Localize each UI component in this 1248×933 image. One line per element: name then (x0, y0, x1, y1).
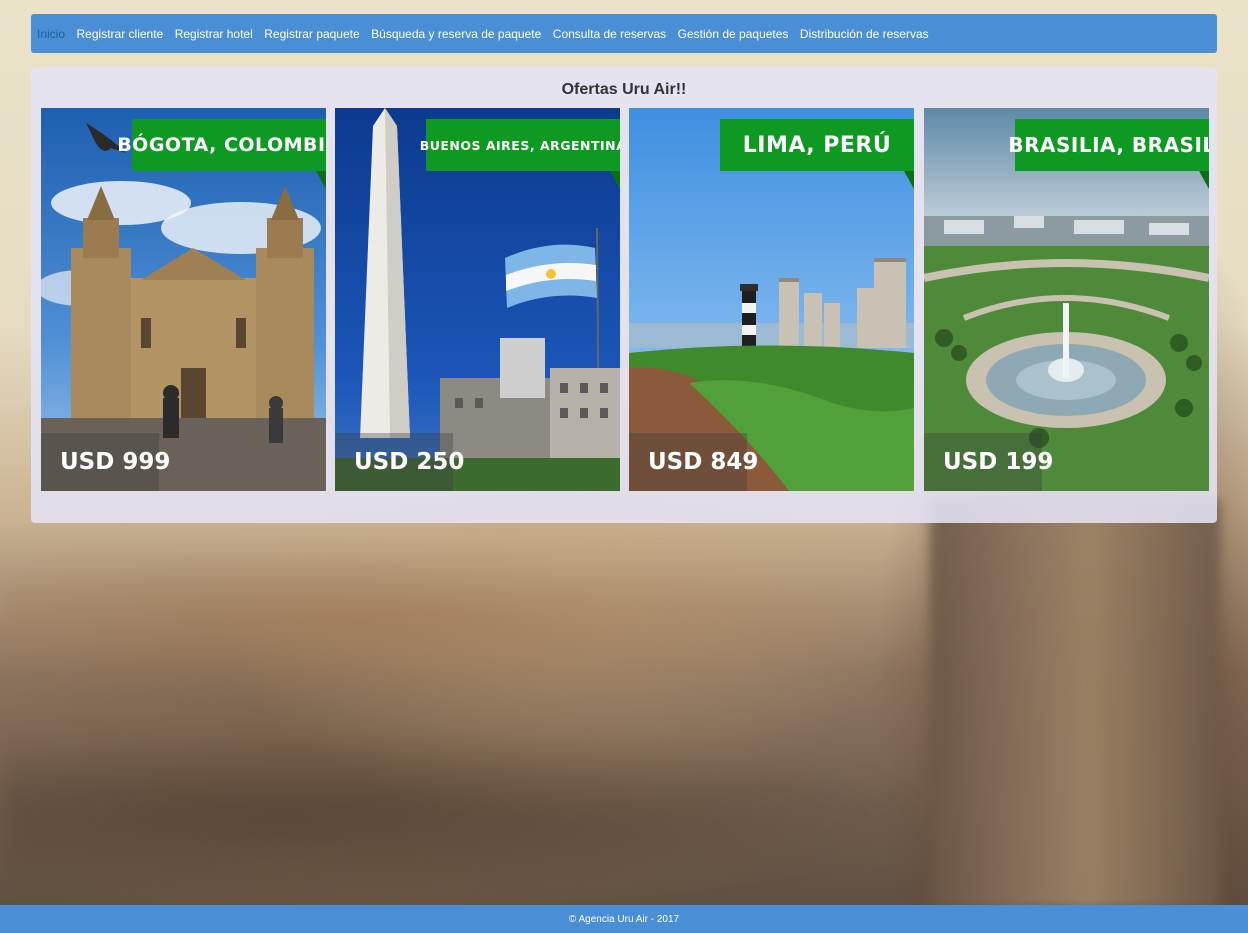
footer-text: © Agencia Uru Air - 2017 (568, 913, 680, 925)
offer-card-lima[interactable]: LIMA, PERÚ USD 849 (629, 108, 914, 491)
price-brasilia: USD 199 (924, 433, 1053, 491)
price-bogota: USD 999 (41, 433, 170, 491)
nav-item-busqueda-reserva[interactable]: Búsqueda y reserva de paquete (371, 27, 541, 41)
price-lima: USD 849 (629, 433, 758, 491)
price-buenos-aires: USD 250 (335, 433, 464, 491)
offer-card-buenos-aires[interactable]: BUENOS AIRES, ARGENTINA USD 250 (335, 108, 620, 491)
background-wooden-post (930, 500, 1220, 910)
city-label-bogota: BÓGOTA, COLOMBIA (117, 119, 326, 189)
nav-item-registrar-cliente[interactable]: Registrar cliente (77, 27, 164, 41)
offers-title: Ofertas Uru Air!! (561, 81, 687, 98)
nav-item-gestion-paquetes[interactable]: Gestión de paquetes (678, 27, 789, 41)
nav-item-registrar-hotel[interactable]: Registrar hotel (175, 27, 253, 41)
background-blur-bottom (0, 730, 940, 900)
offers-panel: Ofertas Uru Air!! BÓGOTA, COLOMBIA USD 9… (31, 67, 1217, 523)
nav-item-registrar-paquete[interactable]: Registrar paquete (264, 27, 359, 41)
offer-card-brasilia[interactable]: BRASILIA, BRASIL USD 199 (924, 108, 1209, 491)
nav-item-distribucion-reservas[interactable]: Distribución de reservas (800, 27, 929, 41)
city-label-brasilia: BRASILIA, BRASIL (1008, 119, 1209, 189)
nav-item-inicio[interactable]: Inicio (37, 27, 65, 41)
background-blur-top (0, 540, 940, 700)
nav-item-consulta-reservas[interactable]: Consulta de reservas (553, 27, 666, 41)
city-label-lima: LIMA, PERÚ (720, 119, 914, 189)
city-label-buenos-aires: BUENOS AIRES, ARGENTINA (420, 119, 620, 189)
offer-card-bogota[interactable]: BÓGOTA, COLOMBIA USD 999 (41, 108, 326, 491)
top-navbar: Inicio Registrar cliente Registrar hotel… (31, 14, 1217, 53)
footer: © Agencia Uru Air - 2017 (0, 905, 1248, 933)
